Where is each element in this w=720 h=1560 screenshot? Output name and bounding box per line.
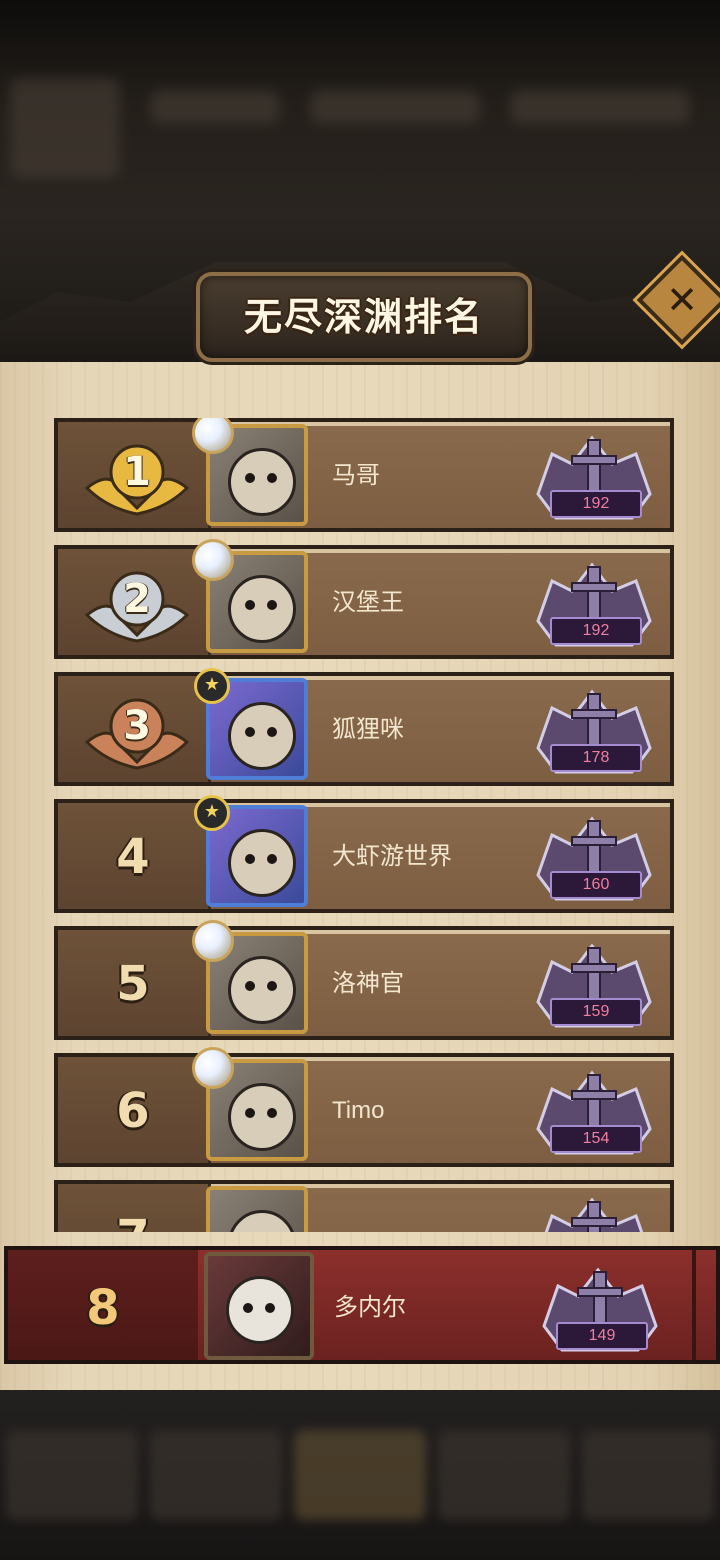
row-edge-divider xyxy=(692,1250,696,1360)
star-badge-icon: ★ xyxy=(194,795,230,831)
player-name: 汉堡王 xyxy=(332,589,404,616)
abyss-trophy-icon: 159 xyxy=(532,942,656,1030)
my-rank-number: 8 xyxy=(86,1280,120,1336)
player-score: 178 xyxy=(550,744,642,772)
player-name: Timo xyxy=(332,1097,385,1124)
avatar-face-icon xyxy=(228,575,296,643)
rank-number: 5 xyxy=(116,956,150,1012)
rank-number: 6 xyxy=(116,1083,150,1139)
ranking-row[interactable]: 5 洛神官 159 xyxy=(54,920,674,1040)
blurred-background-label xyxy=(0,185,720,265)
avatar-face-icon xyxy=(228,829,296,897)
trophy-sword-icon xyxy=(544,1197,644,1232)
player-name: 狐狸咪 xyxy=(332,716,404,743)
abyss-trophy-icon xyxy=(532,1196,656,1232)
player-score: 160 xyxy=(550,871,642,899)
abyss-trophy-icon: 149 xyxy=(538,1266,662,1354)
avatar-face-icon xyxy=(228,956,296,1024)
player-name: 马哥 xyxy=(332,462,380,489)
ranking-list[interactable]: 1 马哥 192 2 汉堡王 192 3 ★ 狐狸咪 178 4 ★ 大虾游世界 160 5 洛神官 159 6 T… xyxy=(54,418,674,1232)
ranking-row[interactable]: 7 xyxy=(54,1180,674,1232)
player-score: 159 xyxy=(550,998,642,1026)
ranking-row[interactable]: 1 马哥 192 xyxy=(54,418,674,532)
rank-number: 7 xyxy=(88,1206,178,1232)
my-rank-row: 8 多内尔 149 xyxy=(4,1246,720,1364)
player-name: 洛神官 xyxy=(332,970,404,997)
abyss-trophy-icon: 160 xyxy=(532,815,656,903)
star-badge-icon: ★ xyxy=(194,668,230,704)
background-bottom-nav xyxy=(0,1390,720,1560)
bronze-medal-icon: 3 xyxy=(82,692,192,772)
avatar-face-icon xyxy=(228,1210,296,1232)
abyss-trophy-icon: 178 xyxy=(532,688,656,776)
gold-medal-icon: 1 xyxy=(82,438,192,518)
my-avatar[interactable] xyxy=(204,1252,314,1360)
orb-badge-icon xyxy=(192,539,234,581)
ranking-row[interactable]: 4 ★ 大虾游世界 160 xyxy=(54,795,674,913)
close-icon[interactable]: ✕ xyxy=(650,268,714,332)
player-score: 192 xyxy=(550,490,642,518)
avatar-face-icon xyxy=(228,1083,296,1151)
silver-medal-icon: 2 xyxy=(82,565,192,645)
my-score: 149 xyxy=(556,1322,648,1350)
avatar-face-icon xyxy=(228,448,296,516)
player-score: 154 xyxy=(550,1125,642,1153)
player-score: 192 xyxy=(550,617,642,645)
medal-rank-number: 2 xyxy=(123,576,151,622)
my-player-name: 多内尔 xyxy=(334,1294,406,1321)
blurred-status-bar xyxy=(10,78,710,178)
abyss-trophy-icon: 154 xyxy=(532,1069,656,1157)
player-avatar[interactable] xyxy=(206,1186,308,1232)
avatar-face-icon xyxy=(228,702,296,770)
orb-badge-icon xyxy=(192,920,234,962)
dialog-title: 无尽深渊排名 xyxy=(243,295,484,339)
abyss-trophy-icon: 192 xyxy=(532,561,656,649)
ranking-row[interactable]: 6 Timo 154 xyxy=(54,1047,674,1167)
medal-rank-number: 3 xyxy=(123,703,151,749)
ranking-row[interactable]: 3 ★ 狐狸咪 178 xyxy=(54,668,674,786)
medal-rank-number: 1 xyxy=(123,449,151,495)
ranking-row[interactable]: 2 汉堡王 192 xyxy=(54,539,674,659)
player-name: 大虾游世界 xyxy=(332,843,452,870)
abyss-trophy-icon: 192 xyxy=(532,434,656,522)
orb-badge-icon xyxy=(192,1047,234,1089)
avatar-face-icon xyxy=(226,1276,294,1344)
rank-number: 4 xyxy=(116,829,150,885)
